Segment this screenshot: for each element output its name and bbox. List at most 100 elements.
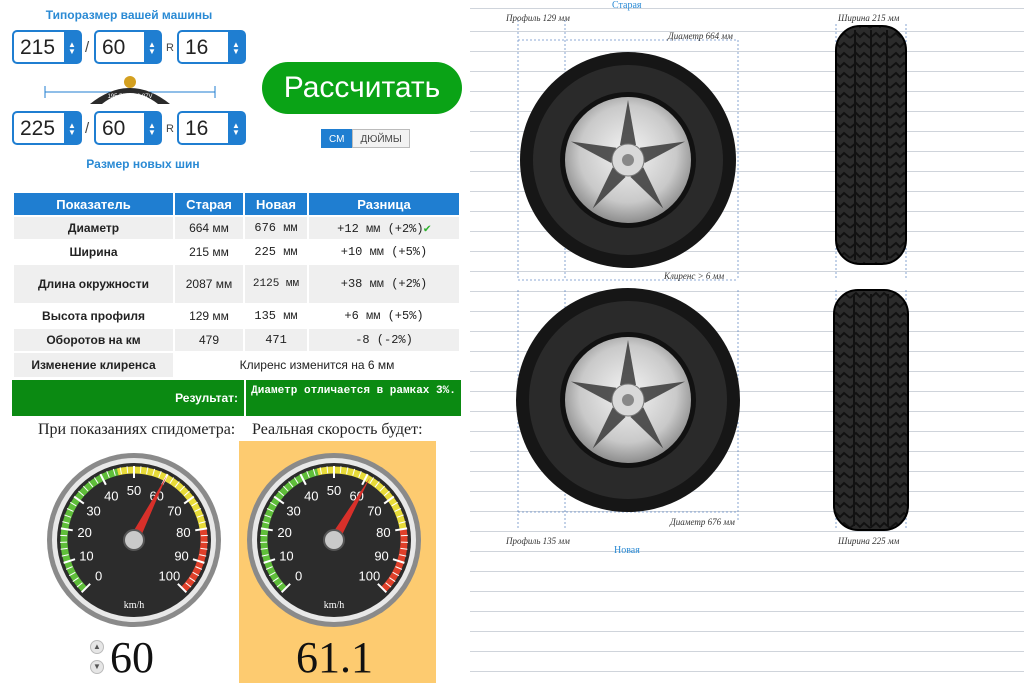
gauge-tick-label: 100 [159,568,181,583]
old-tire-side-icon [520,52,736,268]
gauge-tick-label: 0 [95,568,102,583]
gauge-tick-label: 30 [286,504,300,519]
separator: / [85,39,90,56]
new-value: 2125 мм [245,265,307,303]
gauge-tick-label: 50 [127,483,141,498]
old-value: 129 мм [189,309,229,323]
table-row: Оборотов на км 479 471 -8 (-2%) [14,329,459,351]
gauge-tick-label: 80 [176,525,190,540]
column-header: Разница [309,193,459,215]
new-width-value: 225 [20,117,56,140]
column-header: Старая [175,193,243,215]
table-row: Длина окружности 2087 мм 2125 мм +38 мм … [14,265,459,303]
diff-value: +38 мм (+2%) [309,265,459,303]
table-row: Изменение клиренса Клиренс изменится на … [14,353,459,377]
gauge-tick-label: 40 [304,488,318,503]
table-row: Ширина 215 мм 225 мм +10 мм (+5%) [14,241,459,263]
result-value: Диаметр отличается в рамках 3%. [246,380,461,416]
spinner-icon: ▲ ▼ [144,32,160,62]
new-profile-value: 60 [102,117,126,140]
gauge-tick-label: 70 [367,504,381,519]
stepper-down-icon[interactable]: ▼ [90,660,104,674]
old-profile-label: Профиль 129 мм [506,13,570,23]
gauge-tick-label: 80 [376,525,390,540]
new-value: 471 [245,329,307,351]
new-value: 676 мм [245,217,307,239]
column-header: Новая [245,193,307,215]
current-size-title: Типоразмер вашей машины [45,8,213,22]
current-width-value: 215 [20,36,56,59]
diff-value: -8 (-2%) [309,329,459,351]
gauge-hub [323,529,345,551]
new-profile-label: Профиль 135 мм [506,536,570,546]
tire-badge-icon: 195 55 R 16 87V [44,76,216,104]
gauge-tick-label: 10 [79,548,93,563]
old-diameter-label: Диаметр 664 мм [668,31,733,41]
table-row: Диаметр 664 мм 676 мм +12 мм (+2%)✔ [14,217,459,239]
gauge-tick-label: 20 [77,525,91,540]
new-width-select[interactable]: 225 ▲ ▼ [12,111,82,145]
old-diagram-title: Старая [612,0,642,11]
diff-value: +6 мм (+5%) [344,309,424,323]
spinner-icon: ▲ ▼ [64,113,80,143]
gauge-tick-label: 30 [86,504,100,519]
new-tire-side-icon [516,288,740,512]
row-label: Диаметр [14,217,173,239]
current-profile-select[interactable]: 60 ▲ ▼ [94,30,162,64]
old-width-label: Ширина 215 мм [838,13,900,23]
gauge-hub [123,529,145,551]
current-width-select[interactable]: 215 ▲ ▼ [12,30,82,64]
spinner-icon: ▲ ▼ [228,32,244,62]
spinner-icon: ▲ ▼ [228,113,244,143]
new-value: 135 мм [254,309,298,323]
new-diameter-label: Диаметр 676 мм [670,517,735,527]
gauge-tick [339,466,342,474]
stepper-up-icon[interactable]: ▲ [90,640,104,654]
gauge-unit-label: km/h [124,600,145,611]
column-header: Показатель [14,193,173,215]
spinner-icon: ▲ ▼ [144,113,160,143]
shown-speed-caption: При показаниях спидометра: [38,421,236,438]
gauge-tick-label: 40 [104,488,118,503]
new-tire-tread-icon [833,289,909,531]
speedometer-shown: 0102030405060708090100km/h [47,453,221,627]
table-header-row: Показатель Старая Новая Разница [14,193,459,215]
row-label: Длина окружности [14,265,173,303]
tire-badge-text: 195 55 R 16 87V [107,94,152,100]
gauge-unit-label: km/h [324,600,345,611]
old-value: 2087 мм [175,265,243,303]
current-rim-value: 16 [185,36,209,59]
gauge-tick-label: 100 [359,568,381,583]
gauge-tick-label: 90 [374,548,388,563]
gauge-tick-label: 10 [279,548,293,563]
row-label: Изменение клиренса [14,353,173,377]
row-label: Высота профиля [42,309,145,323]
new-width-label: Ширина 225 мм [838,536,900,546]
old-value: 664 мм [175,217,243,239]
new-profile-select[interactable]: 60 ▲ ▼ [94,111,162,145]
new-rim-select[interactable]: 16 ▲ ▼ [177,111,246,145]
gauge-tick-label: 70 [167,504,181,519]
gauge-tick [126,466,129,474]
separator: / [85,120,90,137]
calculate-button[interactable]: Рассчитать [262,62,462,114]
row-label: Оборотов на км [14,329,173,351]
result-row: Результат: Диаметр отличается в рамках 3… [12,380,461,416]
unit-inch-button[interactable]: ДЮЙМЫ [352,129,410,148]
old-value: 215 мм [189,245,229,259]
row-label: Ширина [69,245,118,259]
result-label: Результат: [12,380,244,416]
gauge-tick-label: 50 [327,483,341,498]
new-rim-value: 16 [185,117,209,140]
new-value: 225 мм [254,245,298,259]
gauge-tick-label: 0 [295,568,302,583]
current-rim-select[interactable]: 16 ▲ ▼ [177,30,246,64]
new-size-title: Размер новых шин [86,157,200,171]
old-tire-tread-icon [835,25,907,265]
tire-diagram-drawing [516,20,909,531]
unit-cm-button[interactable]: СМ [321,129,353,148]
current-profile-value: 60 [102,36,126,59]
unit-switch: СМ ДЮЙМЫ [321,129,410,148]
diff-value: +10 мм (+5%) [340,245,428,259]
comparison-table: Показатель Старая Новая Разница Диаметр … [12,191,461,379]
